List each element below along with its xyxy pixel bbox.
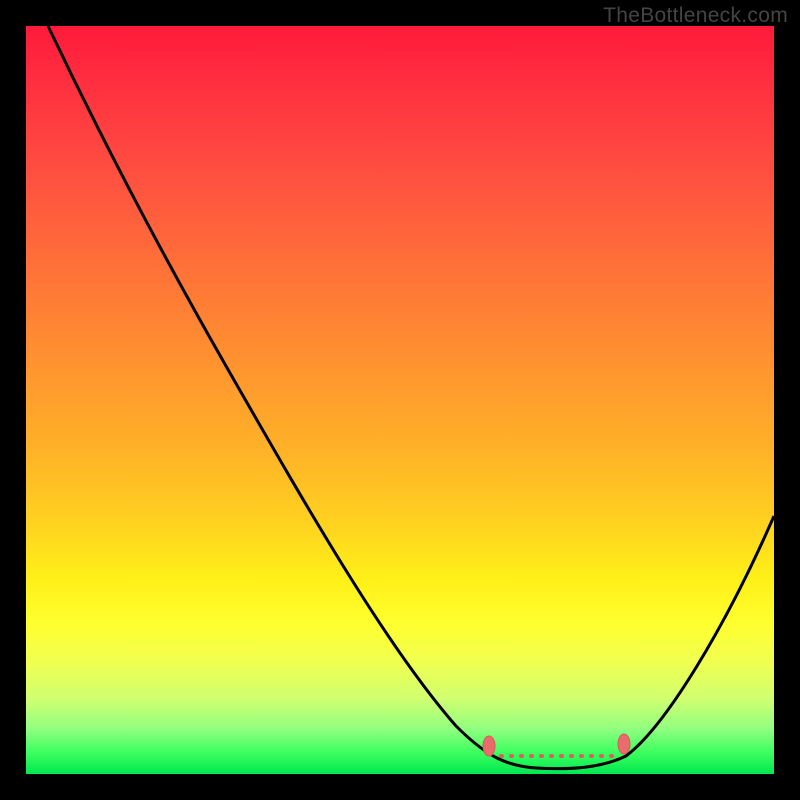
bottleneck-curve-path — [48, 26, 774, 769]
right-marker — [618, 734, 630, 754]
chart-container: TheBottleneck.com — [0, 0, 800, 800]
plot-area — [26, 26, 774, 774]
watermark-text: TheBottleneck.com — [603, 4, 788, 28]
curve-svg — [26, 26, 774, 774]
left-marker — [483, 736, 495, 756]
